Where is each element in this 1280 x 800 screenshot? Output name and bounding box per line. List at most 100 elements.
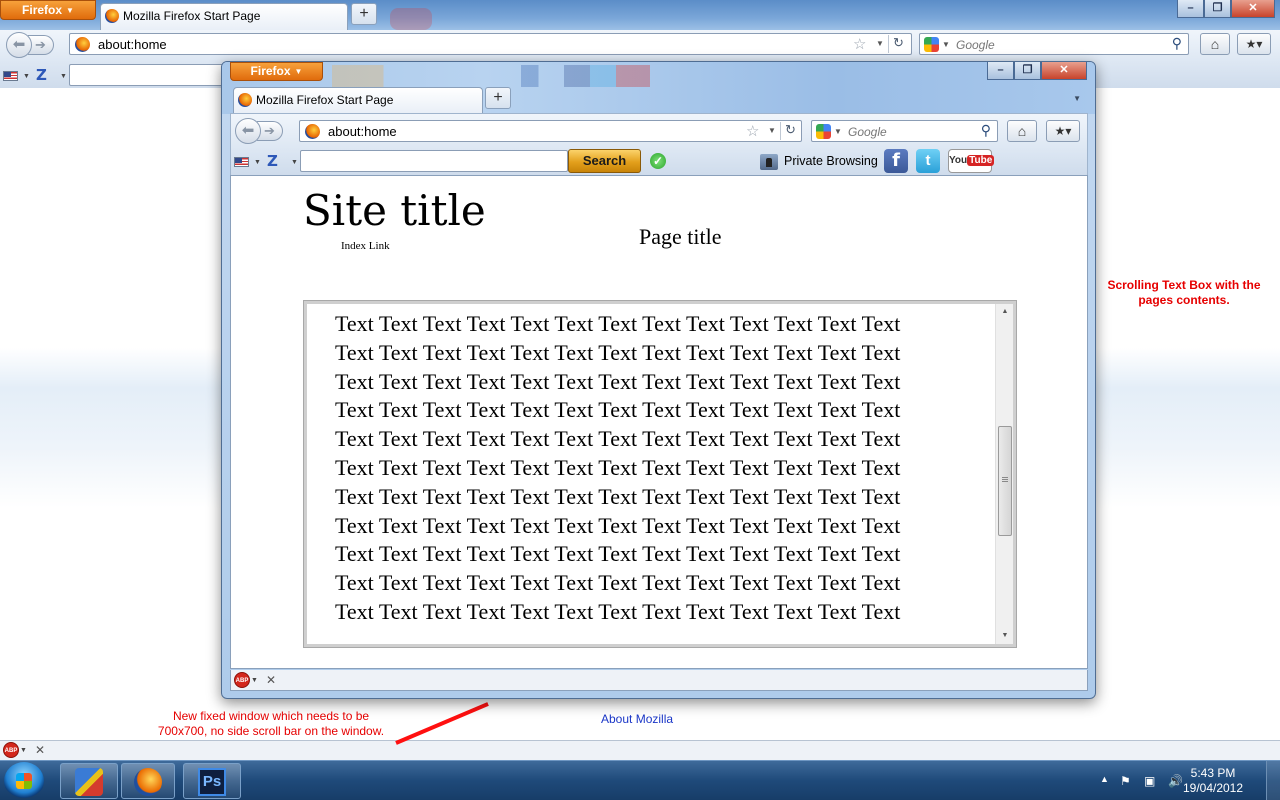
twitter-icon[interactable]: t — [916, 149, 940, 173]
url-dropdown-icon[interactable]: ▼ — [768, 126, 776, 135]
engine-dropdown-icon[interactable]: ▼ — [834, 127, 842, 136]
inner-new-tab-button[interactable]: + — [485, 87, 511, 109]
outer-search-bar[interactable]: ▼ Google ⚲ — [919, 33, 1189, 55]
minimize-icon[interactable]: – — [987, 62, 1014, 80]
firefox-favicon-icon — [105, 9, 119, 23]
outer-url-bar[interactable]: about:home ☆ ▼ ↻ — [69, 33, 912, 55]
toolbar-search-button[interactable]: Search — [568, 149, 641, 173]
text-line: Text Text Text Text Text Text Text Text … — [335, 311, 901, 336]
adblock-dropdown-icon[interactable]: ▼ — [251, 677, 258, 684]
inner-firefox-window: Firefox ▼ – ❐ ✕ Mozilla Firefox Start Pag… — [221, 61, 1096, 699]
close-icon[interactable]: ✕ — [1041, 62, 1087, 80]
text-line: Text Text Text Text Text Text Text Text … — [335, 512, 901, 538]
close-addon-bar-icon[interactable]: ✕ — [35, 743, 45, 757]
close-addon-bar-icon[interactable]: ✕ — [266, 673, 276, 687]
taskbar-explorer[interactable] — [60, 763, 118, 799]
adblock-icon[interactable]: ABP — [234, 672, 250, 688]
system-tray: ▲ ⚑ ▣ 🔊 5:43 PM 19/04/2012 — [1090, 761, 1280, 800]
about-mozilla-link[interactable]: About Mozilla — [601, 712, 673, 726]
tab-list-dropdown-icon[interactable]: ▼ — [1073, 94, 1081, 103]
show-desktop-button[interactable] — [1266, 761, 1280, 800]
outer-firefox-menu-button[interactable]: Firefox ▼ — [0, 0, 96, 20]
search-placeholder: Google — [956, 38, 995, 52]
scrolling-text-box[interactable]: Text Text Text Text Text Text Text Text … — [303, 300, 1017, 648]
home-icon: ⌂ — [1017, 123, 1027, 139]
tray-expand-icon[interactable]: ▲ — [1100, 774, 1109, 784]
url-text: about:home — [328, 124, 397, 139]
scrollbar-thumb[interactable] — [998, 426, 1012, 536]
bookmarks-icon: ★▾ — [1245, 37, 1263, 51]
text-line: Text Text Text Text Text Text Text Text … — [335, 541, 901, 567]
flag-dropdown-icon[interactable]: ▼ — [254, 159, 261, 166]
network-icon[interactable]: ▣ — [1144, 774, 1155, 788]
engine-dropdown-icon[interactable]: ▼ — [942, 40, 950, 49]
inner-toolbar-search-input[interactable] — [300, 150, 568, 172]
outer-addon-bar: ABP ▼ ✕ — [0, 740, 1280, 760]
firefox-button-label: Firefox — [250, 64, 291, 78]
bookmarks-button[interactable]: ★▾ — [1237, 33, 1271, 55]
firefox-favicon-icon — [75, 37, 90, 52]
close-icon[interactable]: ✕ — [1231, 0, 1275, 18]
back-icon[interactable]: ⬅ — [235, 118, 261, 144]
zotero-dropdown-icon[interactable]: ▼ — [60, 73, 67, 80]
back-icon[interactable]: ⬅ — [6, 32, 32, 58]
google-engine-icon[interactable] — [924, 37, 939, 52]
bookmark-star-icon[interactable]: ☆ — [853, 35, 866, 53]
index-link[interactable]: Index Link — [341, 240, 390, 252]
zotero-icon[interactable]: Z — [36, 66, 47, 84]
reload-icon[interactable]: ↻ — [780, 122, 800, 140]
search-icon[interactable]: ⚲ — [981, 122, 991, 139]
check-icon[interactable]: ✓ — [650, 153, 666, 169]
private-browsing-icon[interactable] — [760, 154, 778, 170]
inner-search-bar[interactable]: ▼ Google ⚲ — [811, 120, 998, 142]
adblock-icon[interactable]: ABP — [3, 742, 19, 758]
inner-firefox-menu-button[interactable]: Firefox ▼ — [230, 62, 323, 81]
youtube-icon[interactable]: You Tube — [948, 149, 995, 173]
us-flag-icon[interactable] — [234, 157, 249, 167]
firefox-icon — [134, 768, 162, 796]
outer-new-tab-button[interactable]: + — [351, 3, 377, 25]
adblock-dropdown-icon[interactable]: ▼ — [20, 747, 27, 754]
outer-toolbar-search-input[interactable] — [69, 64, 229, 86]
clock-time: 5:43 PM — [1190, 766, 1236, 780]
caret-down-icon: ▼ — [294, 67, 303, 76]
windows-logo-icon — [16, 773, 32, 789]
action-center-icon[interactable]: ⚑ — [1120, 774, 1131, 788]
facebook-icon[interactable]: f — [884, 149, 908, 173]
us-flag-icon[interactable] — [3, 71, 18, 81]
zotero-icon[interactable]: Z — [267, 152, 278, 170]
taskbar-photoshop[interactable]: Ps — [183, 763, 241, 799]
firefox-favicon-icon — [305, 124, 320, 139]
scroll-up-arrow-icon[interactable]: ▲ — [996, 304, 1013, 320]
start-button[interactable] — [4, 762, 44, 800]
search-icon[interactable]: ⚲ — [1172, 35, 1182, 52]
maximize-icon[interactable]: ❐ — [1014, 62, 1041, 80]
home-button[interactable]: ⌂ — [1200, 33, 1230, 55]
flag-dropdown-icon[interactable]: ▼ — [23, 73, 30, 80]
inner-addon-bar: ABP ▼ ✕ — [230, 670, 1088, 691]
home-button[interactable]: ⌂ — [1007, 120, 1037, 142]
clock[interactable]: 5:43 PM 19/04/2012 — [1178, 766, 1248, 796]
inner-nav-toolbar: ➔ ⬅ about:home ☆ ▼ ↻ ▼ Google ⚲ ⌂ ★▾ — [230, 113, 1088, 149]
inner-tab-start-page[interactable]: Mozilla Firefox Start Page — [233, 87, 483, 113]
windows-taskbar: Ps ▲ ⚑ ▣ 🔊 5:43 PM 19/04/2012 — [0, 760, 1280, 800]
scroll-text-content: Text Text Text Text Text Text Text Text … — [335, 310, 975, 627]
reload-icon[interactable]: ↻ — [888, 35, 908, 53]
inner-url-bar[interactable]: about:home ☆ ▼ ↻ — [299, 120, 802, 142]
google-engine-icon[interactable] — [816, 124, 831, 139]
minimize-icon[interactable]: – — [1177, 0, 1204, 18]
text-line: Text Text Text Text Text Text Text Text … — [335, 454, 901, 480]
bookmark-star-icon[interactable]: ☆ — [746, 122, 759, 140]
firefox-favicon-icon — [238, 93, 252, 107]
url-dropdown-icon[interactable]: ▼ — [876, 39, 884, 48]
outer-tab-start-page[interactable]: Mozilla Firefox Start Page — [100, 3, 348, 30]
vertical-scrollbar[interactable]: ▲ ▼ — [995, 304, 1013, 644]
maximize-icon[interactable]: ❐ — [1204, 0, 1231, 18]
taskbar-firefox[interactable] — [121, 763, 175, 799]
clock-date: 19/04/2012 — [1182, 781, 1244, 795]
scroll-down-arrow-icon[interactable]: ▼ — [996, 628, 1013, 644]
text-line: Text Text Text Text Text Text Text Text … — [335, 397, 901, 423]
private-browsing-label[interactable]: Private Browsing — [784, 154, 878, 168]
zotero-dropdown-icon[interactable]: ▼ — [291, 159, 298, 166]
bookmarks-button[interactable]: ★▾ — [1046, 120, 1080, 142]
